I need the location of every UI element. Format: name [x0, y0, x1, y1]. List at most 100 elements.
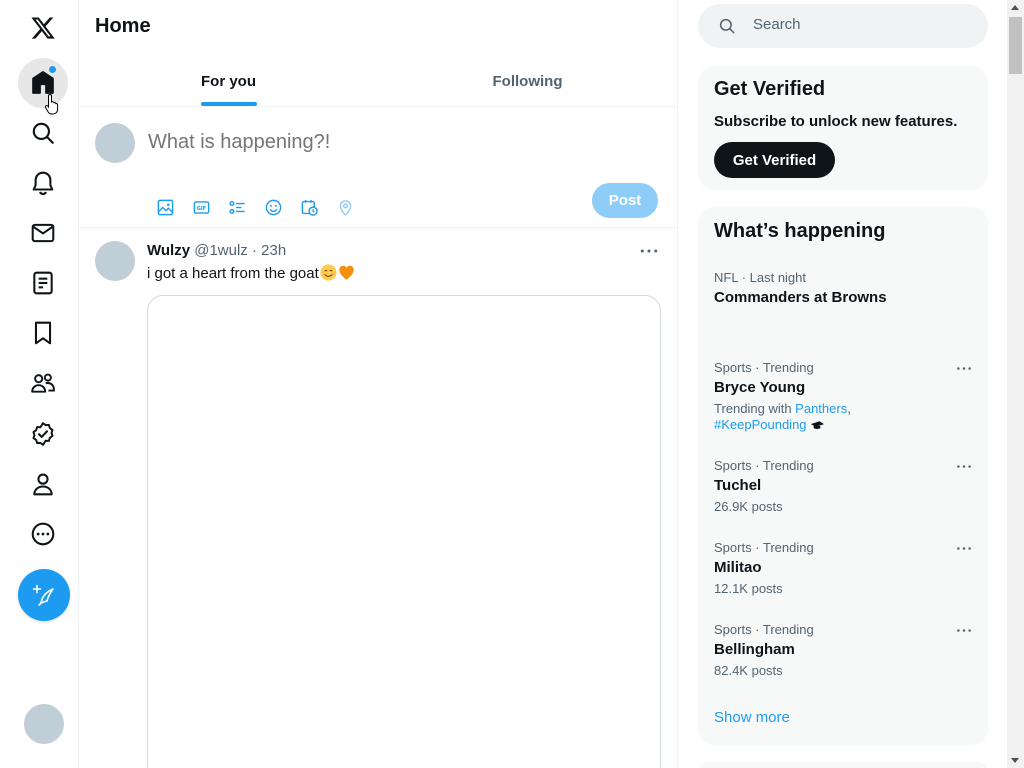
trend-context-comma: , — [847, 401, 851, 416]
tweet-media[interactable] — [147, 295, 661, 768]
post-composer: GIF Post — [79, 107, 677, 228]
tweet-timestamp[interactable]: 23h — [261, 242, 286, 259]
get-verified-button[interactable]: Get Verified — [714, 142, 835, 178]
gif-icon: GIF — [193, 200, 209, 214]
trend-more-button[interactable] — [952, 360, 976, 376]
trend-link-panthers[interactable]: Panthers — [795, 401, 847, 416]
trend-context-prefix: Trending with — [714, 401, 796, 416]
gif-button[interactable]: GIF — [183, 189, 219, 225]
main-timeline: Home For you Following GIF — [79, 0, 678, 768]
nav-bookmarks[interactable] — [18, 308, 68, 358]
trend-meta: NFL · Last night — [714, 270, 807, 285]
next-card-partial — [698, 762, 988, 768]
nav-explore[interactable] — [18, 108, 68, 158]
trend-item[interactable]: Sports · Trending Militao 12.1K posts — [714, 540, 976, 597]
trend-title: Bellingham — [714, 641, 795, 658]
x-logo-link[interactable] — [18, 3, 68, 53]
tweet-separator: · — [251, 242, 257, 259]
media-button[interactable] — [147, 189, 183, 225]
composer-avatar[interactable] — [95, 123, 135, 163]
smiling-face-emoji — [320, 264, 337, 281]
verified-subtitle: Subscribe to unlock new features. — [714, 113, 958, 130]
poll-button[interactable] — [219, 189, 255, 225]
nav-verified[interactable] — [18, 409, 68, 459]
tweet-author-avatar[interactable] — [95, 241, 135, 281]
trend-title: Militao — [714, 559, 762, 576]
tweet-body: i got a heart from the goat — [147, 265, 319, 282]
trend-item[interactable]: Sports · Trending Bellingham 82.4K posts — [714, 622, 976, 679]
nav-notifications[interactable] — [18, 158, 68, 208]
scrollbar-thumb[interactable] — [1009, 17, 1022, 74]
scroll-down-arrow-icon[interactable] — [1011, 758, 1019, 763]
account-avatar[interactable] — [24, 704, 64, 744]
bell-icon — [32, 171, 54, 196]
trend-item[interactable]: Sports · Trending Bryce Young Trending w… — [714, 360, 976, 433]
trend-title: Commanders at Browns — [714, 289, 887, 306]
nav-more[interactable] — [18, 509, 68, 559]
trend-link-hashtag[interactable]: #KeepPounding — [714, 417, 807, 432]
orange-heart-emoji — [339, 265, 354, 280]
bookmark-icon — [34, 321, 52, 345]
tweet-text: i got a heart from the goat — [147, 264, 355, 282]
nav-communities[interactable] — [18, 358, 68, 408]
tab-label: For you — [201, 72, 256, 90]
location-button[interactable] — [327, 189, 363, 225]
nav-profile[interactable] — [18, 459, 68, 509]
get-verified-card: Get Verified Subscribe to unlock new fea… — [698, 66, 988, 190]
trend-item[interactable]: NFL · Last night Commanders at Browns — [714, 270, 976, 309]
x-logo-icon — [31, 17, 55, 39]
list-icon — [33, 271, 53, 295]
trend-post-count: 12.1K posts — [714, 581, 783, 596]
poll-icon — [228, 200, 245, 214]
trend-meta: Sports · Trending — [714, 622, 814, 637]
verified-title: Get Verified — [714, 78, 826, 100]
image-icon — [157, 199, 173, 215]
tab-following[interactable]: Following — [378, 56, 677, 106]
nav-lists[interactable] — [18, 258, 68, 308]
notification-dot — [49, 66, 56, 73]
trend-more-button[interactable] — [952, 540, 976, 556]
tweet-more-button[interactable] — [637, 241, 661, 261]
post-text-input[interactable] — [148, 131, 628, 154]
trend-item[interactable]: Sports · Trending Tuchel 26.9K posts — [714, 458, 976, 515]
envelope-icon — [31, 223, 55, 243]
more-horizontal-icon — [640, 249, 658, 253]
trend-more-button[interactable] — [952, 458, 976, 474]
nav-messages[interactable] — [18, 208, 68, 258]
person-icon — [33, 473, 53, 496]
verified-badge-icon — [32, 422, 54, 446]
composer-toolbar: GIF — [147, 189, 363, 225]
trend-more-button[interactable] — [952, 622, 976, 638]
location-pin-icon — [339, 199, 351, 216]
left-nav — [0, 0, 79, 768]
compose-post-button[interactable] — [18, 569, 70, 621]
search-icon — [32, 122, 54, 144]
emoji-button[interactable] — [255, 189, 291, 225]
search-icon — [719, 18, 735, 34]
schedule-button[interactable] — [291, 189, 327, 225]
tweet-author-handle[interactable]: @1wulz — [194, 242, 248, 259]
hashtag-emoji-icon — [811, 421, 825, 429]
post-button[interactable]: Post — [592, 183, 658, 218]
trend-meta: Sports · Trending — [714, 458, 814, 473]
more-horizontal-icon — [957, 366, 971, 370]
active-tab-indicator — [200, 102, 257, 106]
trends-title: What’s happening — [714, 220, 886, 242]
tweet-author-name[interactable]: Wulzy — [147, 242, 190, 259]
whats-happening-card: What’s happening NFL · Last night Comman… — [698, 207, 988, 745]
right-sidebar: Get Verified Subscribe to unlock new fea… — [698, 0, 988, 768]
tweet-header: Wulzy @1wulz · 23h — [147, 242, 286, 259]
scroll-up-arrow-icon[interactable] — [1011, 5, 1019, 10]
trend-meta: Sports · Trending — [714, 360, 814, 375]
feather-plus-icon — [32, 584, 54, 606]
search-input[interactable] — [753, 16, 963, 33]
search-box[interactable] — [698, 4, 988, 48]
trend-context: Trending with Panthers, #KeepPounding — [714, 401, 976, 433]
tab-for-you[interactable]: For you — [79, 56, 378, 106]
page-title: Home — [95, 15, 151, 37]
show-more-link[interactable]: Show more — [714, 709, 790, 726]
tweet[interactable]: Wulzy @1wulz · 23h i got a heart from th… — [79, 229, 677, 768]
svg-text:GIF: GIF — [196, 205, 206, 211]
tab-label: Following — [492, 72, 563, 90]
page-scrollbar[interactable] — [1007, 0, 1024, 768]
